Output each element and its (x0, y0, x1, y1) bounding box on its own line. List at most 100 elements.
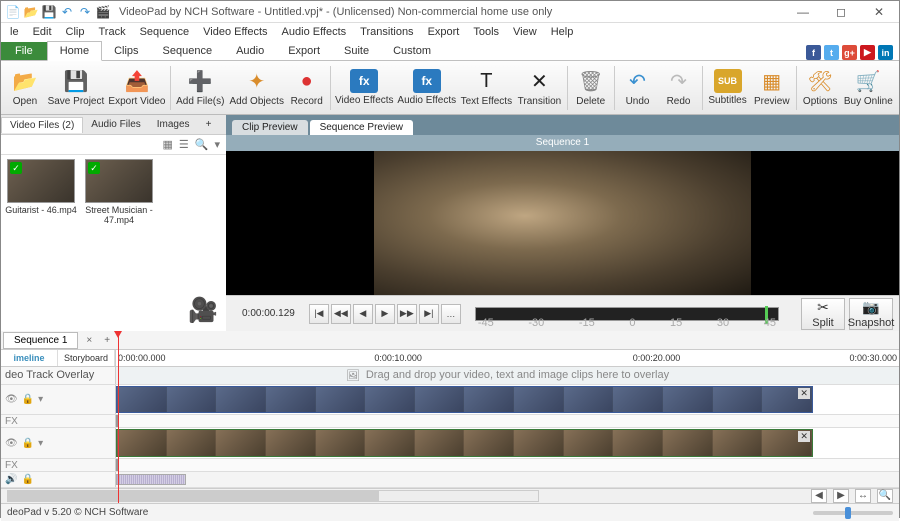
ribbon-tab-home[interactable]: Home (47, 41, 102, 61)
timeline-zoom-fit[interactable]: ↔ (855, 489, 871, 503)
bin-tab-audio-files[interactable]: Audio Files (83, 117, 148, 132)
menu-audio-effects[interactable]: Audio Effects (275, 25, 354, 39)
menu-edit[interactable]: Edit (26, 25, 59, 39)
video-track-1-header[interactable]: 👁 🔒 ▾ (1, 385, 116, 415)
save-project-button[interactable]: 💾Save Project (46, 63, 106, 113)
twitter-icon[interactable]: t (824, 45, 839, 60)
menu-clip[interactable]: Clip (59, 25, 92, 39)
save-icon[interactable]: 💾 (41, 4, 57, 20)
delete-button[interactable]: 🗑Delete (571, 63, 611, 113)
ribbon-tab-sequence[interactable]: Sequence (151, 42, 225, 60)
preview-button[interactable]: ▦Preview (751, 63, 793, 113)
ribbon-tab-export[interactable]: Export (276, 42, 332, 60)
bin-view-thumbs-icon[interactable]: ▦ (162, 138, 172, 151)
undo-button[interactable]: ↶Undo (618, 63, 658, 113)
open-icon[interactable]: 📂 (23, 4, 39, 20)
transport-btn-1[interactable]: ◀◀ (331, 304, 351, 324)
track-mute-icon[interactable]: 🔊 (5, 474, 17, 485)
menu-export[interactable]: Export (421, 25, 467, 39)
ribbon-tab-custom[interactable]: Custom (381, 42, 443, 60)
facebook-icon[interactable]: f (806, 45, 821, 60)
transport-btn-0[interactable]: |◀ (309, 304, 329, 324)
snapshot-button[interactable]: 📷Snapshot (849, 298, 893, 330)
menu-video-effects[interactable]: Video Effects (196, 25, 274, 39)
audio-effects-button[interactable]: fxAudio Effects (396, 63, 458, 113)
timeline-clip-video1[interactable]: ✕ (116, 386, 813, 414)
fx-strip-1[interactable] (116, 415, 899, 427)
fx-strip-2[interactable] (116, 459, 899, 471)
video-effects-button[interactable]: fxVideo Effects (334, 63, 395, 113)
text-effects-button[interactable]: TText Effects (459, 63, 514, 113)
redo-button[interactable]: ↷Redo (659, 63, 699, 113)
ribbon-tab-file[interactable]: File (1, 42, 47, 60)
transition-button[interactable]: ✕Transition (515, 63, 564, 113)
track-more-icon[interactable]: ▾ (38, 394, 43, 405)
timeline-scroll-right[interactable]: ▶ (833, 489, 849, 503)
clip-transition-icon[interactable]: ✕ (798, 431, 810, 442)
bin-tab-video-files[interactable]: Video Files (2) (1, 117, 83, 133)
close-button[interactable]: ✕ (867, 4, 891, 20)
bin-menu-icon[interactable]: ▾ (214, 138, 220, 151)
bin-search-icon[interactable]: 🔍 (195, 138, 209, 151)
transport-btn-4[interactable]: ▶▶ (397, 304, 417, 324)
clip-transition-icon[interactable]: ✕ (798, 388, 810, 399)
linkedin-icon[interactable]: in (878, 45, 893, 60)
track-lock-icon[interactable]: 🔒 (22, 394, 34, 405)
export-video-button[interactable]: 📤Export Video (107, 63, 167, 113)
split-button[interactable]: ✂Split (801, 298, 845, 330)
timeline-scroll-left[interactable]: ◀ (811, 489, 827, 503)
preview-scrubber[interactable]: -45-30-150153045 (475, 307, 779, 321)
bin-clip[interactable]: Guitarist - 46.mp4 (5, 159, 77, 215)
video-track-1-fx[interactable]: FX (1, 415, 116, 427)
transport-btn-6[interactable]: … (441, 304, 461, 324)
bin-view-list-icon[interactable]: ☰ (179, 138, 189, 151)
minimize-button[interactable]: — (791, 4, 815, 20)
audio-clip[interactable] (116, 474, 186, 484)
track-visible-icon[interactable]: 👁 (5, 438, 18, 449)
timeline-clip-video2[interactable]: ✕ (116, 429, 813, 457)
open-button[interactable]: 📂Open (5, 63, 45, 113)
transport-btn-3[interactable]: ▶ (375, 304, 395, 324)
add-files-button[interactable]: ➕Add File(s) (174, 63, 227, 113)
ribbon-tab-clips[interactable]: Clips (102, 42, 150, 60)
video-track-2-header[interactable]: 👁 🔒 ▾ (1, 428, 116, 458)
record-button[interactable]: ●Record (287, 63, 327, 113)
track-more-icon[interactable]: ▾ (38, 438, 43, 449)
ribbon-tab-suite[interactable]: Suite (332, 42, 381, 60)
redo-qat-icon[interactable]: ↷ (77, 4, 93, 20)
timeline-mode-tab[interactable]: imeline (1, 350, 58, 366)
menu-sequence[interactable]: Sequence (133, 25, 197, 39)
add-objects-button[interactable]: ✦Add Objects (228, 63, 286, 113)
bin-tab-add[interactable]: + (198, 117, 220, 132)
menu-help[interactable]: Help (544, 25, 581, 39)
undo-qat-icon[interactable]: ↶ (59, 4, 75, 20)
track-lock-icon[interactable]: 🔒 (22, 438, 34, 449)
transport-btn-5[interactable]: ▶| (419, 304, 439, 324)
track-visible-icon[interactable]: 👁 (5, 394, 18, 405)
audio-track-header[interactable]: 🔊 🔒 (1, 472, 116, 486)
timeline-ruler[interactable]: 0:00:00.000 0:00:10.000 0:00:20.000 0:00… (116, 350, 899, 366)
menu-le[interactable]: le (3, 25, 26, 39)
buy-online-button[interactable]: 🛒Buy Online (842, 63, 895, 113)
sequence-close-button[interactable]: × (80, 333, 98, 348)
playhead[interactable] (118, 331, 119, 503)
menu-tools[interactable]: Tools (466, 25, 506, 39)
track-solo-icon[interactable]: 🔒 (21, 474, 33, 485)
bin-tab-images[interactable]: Images (149, 117, 198, 132)
options-button[interactable]: 🛠Options (800, 63, 841, 113)
storyboard-mode-tab[interactable]: Storyboard (58, 350, 115, 366)
sequence-tab[interactable]: Sequence 1 (3, 332, 78, 349)
google-icon[interactable]: g+ (842, 45, 857, 60)
new-file-icon[interactable]: 📄 (5, 4, 21, 20)
menu-track[interactable]: Track (91, 25, 132, 39)
menu-transitions[interactable]: Transitions (353, 25, 420, 39)
timeline-zoom-out[interactable]: 🔍 (877, 489, 893, 503)
transport-btn-2[interactable]: ◀ (353, 304, 373, 324)
menu-view[interactable]: View (506, 25, 544, 39)
video-track-2-fx[interactable]: FX (1, 459, 116, 471)
youtube-icon[interactable]: ▶ (860, 45, 875, 60)
maximize-button[interactable]: ◻ (829, 4, 853, 20)
preview-tab-sequence-preview[interactable]: Sequence Preview (310, 120, 413, 135)
zoom-slider[interactable] (813, 511, 893, 515)
timeline-hscroll[interactable] (7, 490, 539, 502)
